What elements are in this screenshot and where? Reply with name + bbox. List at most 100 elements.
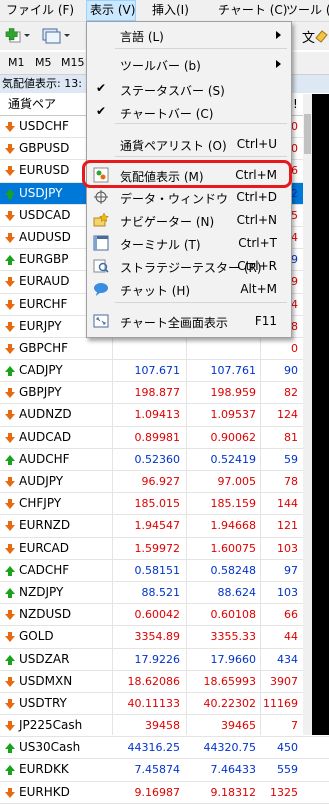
column-header-spread[interactable]: ! — [293, 94, 298, 115]
table-row[interactable]: AUDNZD 1.09413 1.09537 124 — [0, 404, 329, 427]
table-row[interactable]: EURNZD 1.94547 1.94668 121 — [0, 515, 329, 538]
column-header-symbol[interactable]: 通貨ペア — [8, 94, 56, 115]
menu-item-shortcut: Ctrl+U — [236, 137, 277, 151]
table-row[interactable]: GBPJPY 198.877 198.959 82 — [0, 382, 329, 405]
table-row[interactable]: CADCHF 0.58151 0.58248 97 — [0, 560, 329, 582]
table-row[interactable]: CHFJPY 185.015 185.159 144 — [0, 493, 329, 516]
ask-price: 97.005 — [217, 475, 257, 488]
menu-insert[interactable]: 挿入(I) — [152, 0, 200, 21]
menu-file[interactable]: ファイル (F) — [6, 0, 78, 21]
symbol-name: NZDUSD — [19, 607, 72, 622]
menu-chart[interactable]: チャート (C) — [218, 0, 287, 21]
symbol-name: CADCHF — [19, 562, 70, 577]
up-arrow-icon — [5, 188, 15, 199]
menu-tools[interactable]: ツール (T) — [286, 0, 329, 21]
view-menu-item-chat[interactable]: チャット (H) Alt+M — [87, 278, 291, 300]
view-menu-item-language[interactable]: 言語 (L) — [87, 24, 291, 46]
symbol-name: USDZAR — [19, 651, 70, 666]
up-arrow-icon — [5, 366, 15, 377]
ask-price: 0.58248 — [210, 563, 257, 577]
timeframe-m15[interactable]: M15 — [61, 56, 85, 69]
menu-item-shortcut: Ctrl+D — [236, 190, 277, 204]
bid-price: 9.16987 — [134, 785, 181, 799]
symbol-name: GBPUSD — [19, 141, 70, 156]
symbol-name: USDJPY — [19, 185, 63, 200]
symbol-name: EURJPY — [19, 318, 62, 333]
timeframe-m5[interactable]: M5 — [35, 56, 52, 69]
symbol-name: USDTRY — [19, 695, 67, 710]
down-arrow-icon — [5, 277, 15, 288]
table-row[interactable]: GBPCHF 0 — [0, 338, 329, 361]
table-row[interactable]: EURDKK 7.45874 7.46433 559 — [0, 759, 329, 782]
table-row[interactable]: USDTRY 40.11133 40.22302 11169 — [0, 693, 329, 716]
table-row[interactable]: CADJPY 107.671 107.761 90 — [0, 360, 329, 383]
view-menu-item-chart-bar[interactable]: ✔ チャートバー (C) — [87, 101, 291, 123]
symbol-name: CADJPY — [19, 363, 63, 378]
view-menu-item-symbols[interactable]: 通貨ペアリスト (O) Ctrl+U — [87, 133, 291, 155]
up-arrow-icon — [5, 454, 15, 465]
table-row[interactable]: AUDCAD 0.89981 0.90062 81 — [0, 427, 329, 449]
up-arrow-icon — [5, 587, 15, 598]
table-row[interactable]: NZDJPY 88.521 88.624 103 — [0, 582, 329, 605]
spread-value: 1325 — [270, 785, 298, 799]
view-menu-item-navigator[interactable]: ナビゲーター (N) Ctrl+N — [87, 209, 291, 231]
profiles-icon[interactable] — [40, 26, 72, 46]
table-row[interactable]: EURHKD 9.16987 9.18312 1325 — [0, 782, 329, 804]
symbol-name: EURHKD — [19, 784, 70, 799]
view-menu-item-strategy-tester[interactable]: ストラテジーテスター (R) Ctrl+R — [87, 255, 291, 277]
view-menu-item-fullscreen[interactable]: チャート全画面表示 F11 — [87, 310, 291, 332]
down-arrow-icon — [5, 343, 15, 354]
vertical-scrollbar[interactable] — [303, 94, 312, 735]
bid-price: 44316.25 — [127, 741, 181, 755]
symbol-name: GBPCHF — [19, 340, 69, 355]
ask-price: 107.761 — [210, 364, 257, 378]
symbol-name: AUDJPY — [19, 474, 64, 488]
symbol-name: GBPJPY — [19, 385, 62, 400]
ask-price: 1.94668 — [210, 519, 257, 533]
table-row[interactable]: USDZAR 17.9226 17.9660 434 — [0, 649, 329, 671]
table-row[interactable]: US30Cash 44316.25 44320.75 450 — [0, 737, 329, 760]
symbol-name: US30Cash — [19, 740, 81, 755]
scrollbar-thumb[interactable] — [304, 114, 311, 154]
table-row[interactable]: NZDUSD 0.60042 0.60108 66 — [0, 604, 329, 627]
view-menu-item-toolbars[interactable]: ツールバー (b) — [87, 53, 291, 75]
table-row[interactable]: AUDJPY 96.927 97.005 78 — [0, 471, 329, 494]
symbol-name: AUDUSD — [19, 229, 71, 244]
new-chart-icon[interactable] — [4, 26, 32, 46]
table-row[interactable]: EURCAD 1.59972 1.60075 103 — [0, 538, 329, 560]
bid-price: 1.94547 — [134, 519, 181, 533]
symbol-name: AUDNZD — [19, 407, 72, 422]
table-row[interactable]: JP225Cash 39458 39465 7 — [0, 715, 329, 738]
spread-value: 450 — [277, 741, 298, 755]
view-menu-item-terminal[interactable]: ターミナル (T) Ctrl+T — [87, 232, 291, 254]
menu-item-shortcut: Ctrl+T — [238, 236, 277, 250]
eraser-icon[interactable] — [314, 28, 329, 44]
symbol-name: EURGBP — [19, 252, 69, 267]
timeframe-m1[interactable]: M1 — [8, 56, 25, 69]
down-arrow-icon — [5, 721, 15, 732]
ask-price: 185.159 — [210, 497, 257, 511]
market-watch-title: 気配値表示: 13: — [2, 77, 82, 90]
symbol-name: EURDKK — [19, 762, 69, 777]
table-row[interactable]: AUDCHF 0.52360 0.52419 59 — [0, 449, 329, 471]
down-arrow-icon — [5, 676, 15, 687]
up-arrow-icon — [5, 255, 15, 266]
menu-item-shortcut: F11 — [254, 314, 277, 328]
ask-price: 18.65993 — [203, 674, 257, 688]
spread-value: 97 — [284, 563, 298, 577]
bid-price: 96.927 — [141, 475, 181, 488]
table-row[interactable]: USDMXN 18.62086 18.65993 3907 — [0, 671, 329, 693]
view-menu-item-data-window[interactable]: データ・ウィンドウ Ctrl+D — [87, 186, 291, 208]
bid-price: 198.877 — [134, 386, 181, 400]
symbol-name: JP225Cash — [19, 718, 83, 733]
spread-value: 0 — [291, 341, 298, 355]
bid-price: 107.671 — [134, 364, 181, 378]
down-arrow-icon — [5, 698, 15, 709]
view-menu-item-status-bar[interactable]: ✔ ステータスバー (S) — [87, 78, 291, 100]
menu-view[interactable]: 表示 (V) — [86, 0, 136, 21]
ask-price: 1.60075 — [210, 541, 257, 555]
symbol-name: AUDCAD — [19, 429, 72, 444]
up-arrow-icon — [5, 654, 15, 665]
table-row[interactable]: GOLD 3354.89 3355.33 44 — [0, 626, 329, 649]
down-arrow-icon — [5, 632, 15, 643]
